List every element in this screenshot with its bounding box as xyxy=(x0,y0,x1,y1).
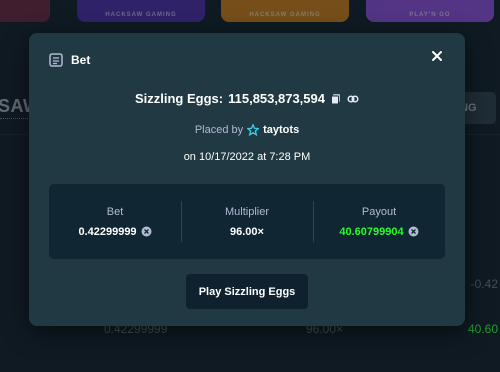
bet-modal: Bet Sizzling Eggs: 115,853,873,594 Place… xyxy=(29,33,465,326)
stat-bet: Bet 0.42299999 xyxy=(49,184,181,259)
username-link[interactable]: taytots xyxy=(263,124,299,136)
game-card: PLAY'N GO xyxy=(366,0,494,22)
currency-icon xyxy=(408,226,419,237)
multiplier-value: 96.00× xyxy=(230,225,264,238)
stat-multiplier: Multiplier 96.00× xyxy=(181,184,313,259)
link-icon[interactable] xyxy=(347,93,359,105)
game-card-label: HACKSAW GAMING xyxy=(105,12,177,18)
placed-by-line: Placed by taytots xyxy=(29,123,465,137)
stat-value: 0.42299999 xyxy=(78,225,152,238)
stat-label: Multiplier xyxy=(224,205,269,218)
stat-value: 40.60799904 xyxy=(339,225,419,238)
play-game-button[interactable]: Play Sizzling Eggs xyxy=(186,274,308,309)
bet-stats: Bet 0.42299999 Multiplier 96.00× Payout … xyxy=(49,184,445,259)
bet-id: 115,853,873,594 xyxy=(228,91,325,106)
modal-header: Bet xyxy=(49,52,90,68)
stat-label: Bet xyxy=(106,205,124,218)
game-card-label: PLAY'N GO xyxy=(409,12,451,18)
receipt-icon xyxy=(49,53,63,67)
stat-payout: Payout 40.60799904 xyxy=(313,184,445,259)
game-id-line: Sizzling Eggs: 115,853,873,594 xyxy=(29,91,465,106)
stat-label: Payout xyxy=(361,205,397,218)
background-payout: 40.60 xyxy=(467,322,498,336)
vip-star-icon xyxy=(246,123,260,137)
bet-date: on 10/17/2022 at 7:28 PM xyxy=(183,151,311,163)
game-card: HACKSAW GAMING xyxy=(221,0,349,22)
modal-title: Bet xyxy=(71,53,91,67)
game-card: HACKSAW GAMING xyxy=(77,0,205,22)
currency-icon xyxy=(141,226,152,237)
logo-underline xyxy=(0,118,28,120)
stat-value: 96.00× xyxy=(230,226,264,238)
bet-amount: 0.42299999 xyxy=(78,225,137,238)
close-icon xyxy=(431,49,443,67)
copy-icon[interactable] xyxy=(330,93,342,105)
payout-amount: 40.60799904 xyxy=(339,225,404,238)
close-button[interactable] xyxy=(429,50,445,66)
placed-by-prefix: Placed by xyxy=(194,124,244,136)
background-value: -0.42 xyxy=(470,277,498,291)
game-card xyxy=(0,0,50,22)
game-name: Sizzling Eggs: xyxy=(134,91,224,106)
game-card-label: HACKSAW GAMING xyxy=(249,12,321,18)
